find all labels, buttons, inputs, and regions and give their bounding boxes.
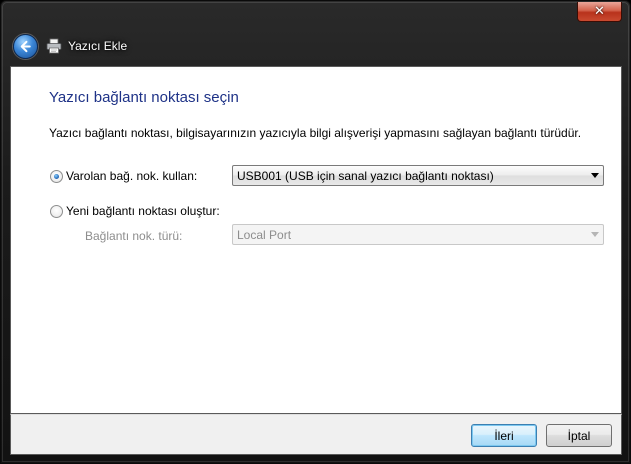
back-button[interactable] [13,34,38,59]
window-title: Yazıcı Ekle [68,39,128,53]
wizard-footer: İleri İptal [10,414,622,455]
port-type-dropdown: Local Port [232,224,604,245]
new-port-label[interactable]: Yeni bağlantı noktası oluştur: [66,204,220,218]
page-description: Yazıcı bağlantı noktası, bilgisayarınızı… [49,126,582,140]
existing-port-label[interactable]: Varolan bağ. nok. kullan: [66,169,197,183]
printer-icon [46,38,62,54]
existing-port-dropdown[interactable]: USB001 (USB için sanal yazıcı bağlantı n… [232,165,604,186]
next-button[interactable]: İleri [471,424,537,447]
port-type-value: Local Port [237,227,292,242]
close-button[interactable]: ✕ [577,2,622,22]
chevron-down-icon [591,173,599,178]
existing-port-value: USB001 (USB için sanal yazıcı bağlantı n… [237,168,494,183]
add-printer-window: ✕ Yazıcı Ekle Yazıcı bağlantı noktası se… [0,0,631,464]
back-arrow-icon [20,40,31,53]
new-port-radio[interactable] [50,205,63,218]
existing-port-radio[interactable] [50,170,63,183]
cancel-button[interactable]: İptal [546,424,612,447]
close-icon: ✕ [594,4,605,19]
wizard-content: Yazıcı bağlantı noktası seçin Yazıcı bağ… [10,66,622,414]
page-heading: Yazıcı bağlantı noktası seçin [49,89,239,106]
chevron-down-icon [591,232,599,237]
port-type-label: Bağlantı nok. türü: [85,229,183,243]
